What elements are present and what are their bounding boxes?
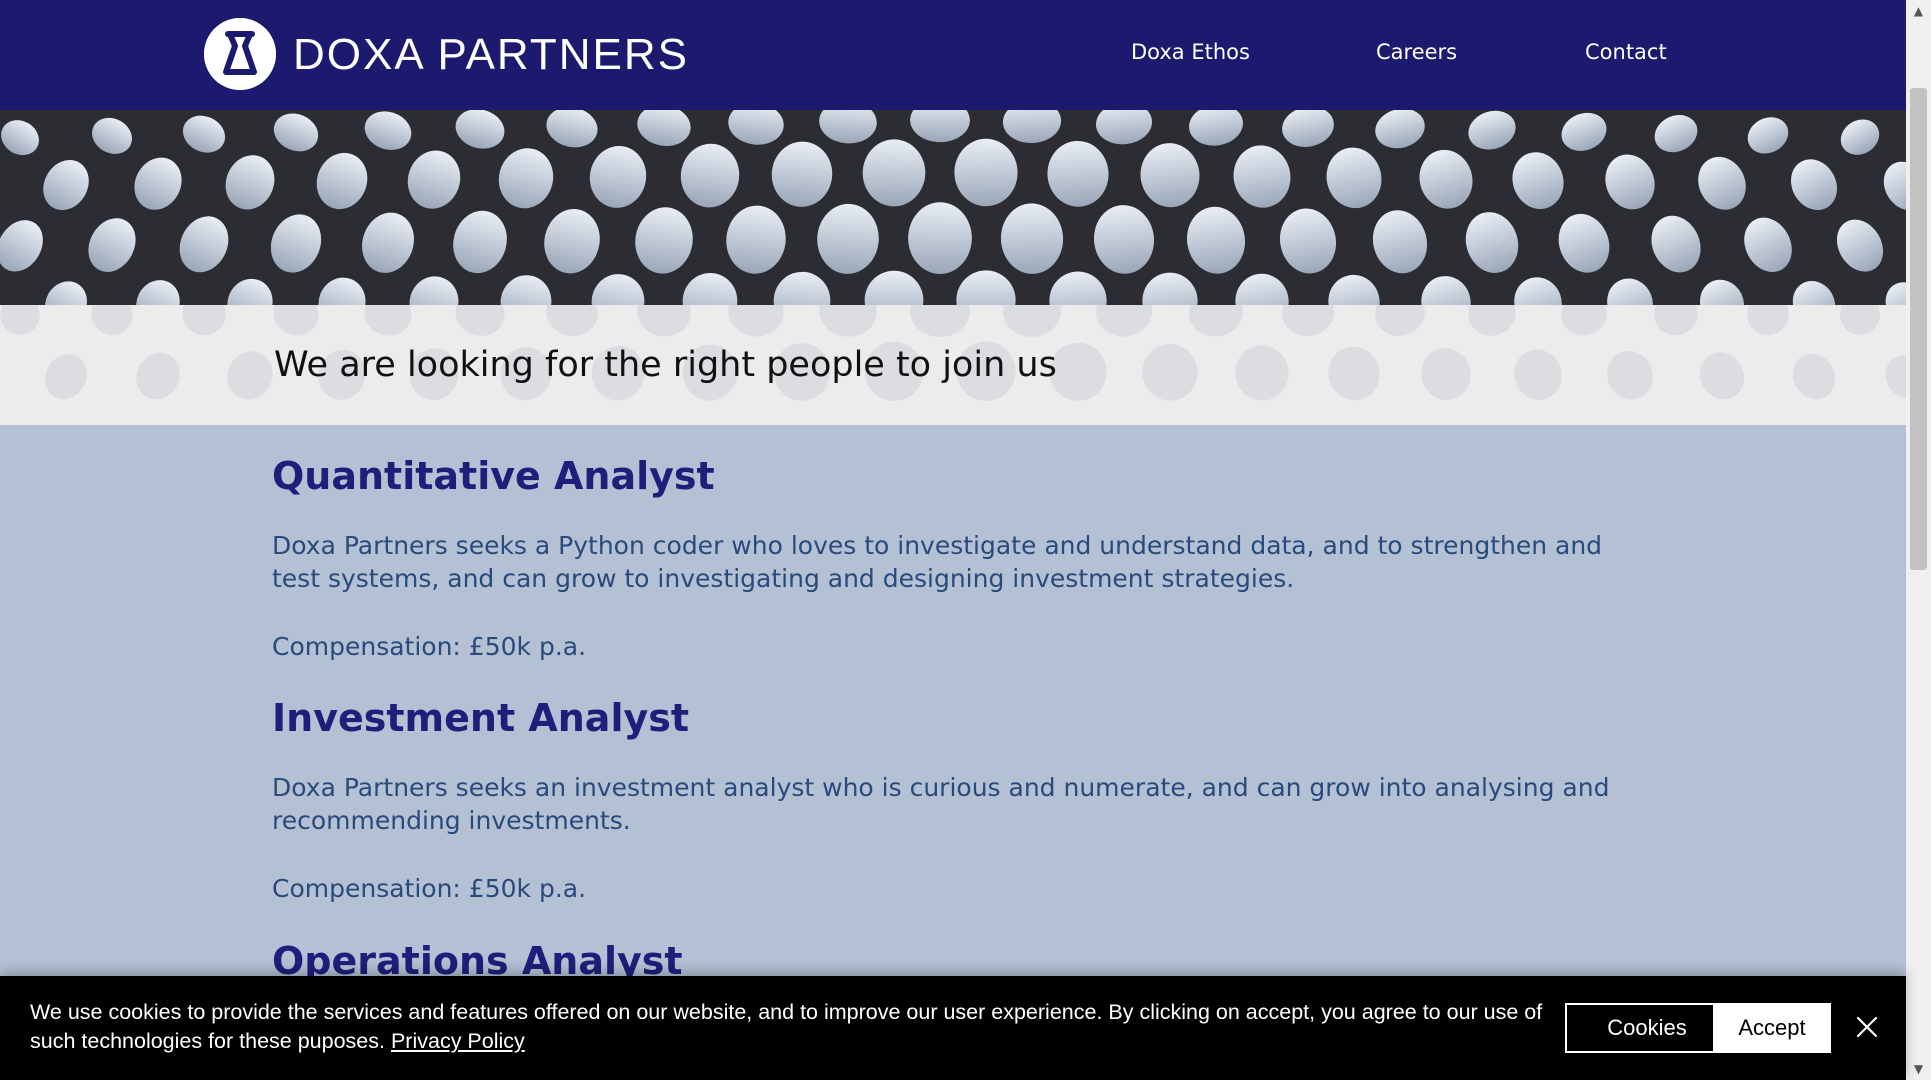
job-title-investment-analyst: Investment Analyst — [272, 696, 690, 740]
nav-doxa-ethos[interactable]: Doxa Ethos — [1131, 38, 1250, 66]
cookies-settings-button[interactable]: Cookies — [1565, 1003, 1729, 1053]
job-description-quantitative-analyst: Doxa Partners seeks a Python coder who l… — [272, 531, 1603, 593]
cookie-message: We use cookies to provide the services a… — [30, 998, 1550, 1056]
job-description-investment-analyst: Doxa Partners seeks an investment analys… — [272, 773, 1610, 835]
scroll-down-arrow-icon[interactable]: ▼ — [1906, 1058, 1931, 1080]
cookie-banner: We use cookies to provide the services a… — [0, 976, 1906, 1080]
scroll-up-arrow-icon[interactable]: ▲ — [1906, 0, 1931, 22]
nav-careers[interactable]: Careers — [1376, 38, 1457, 66]
scrollbar-thumb[interactable] — [1910, 88, 1927, 570]
page-scrollbar[interactable]: ▲ ▼ — [1906, 0, 1931, 1080]
nav-contact[interactable]: Contact — [1585, 38, 1667, 66]
accept-cookies-button[interactable]: Accept — [1713, 1003, 1831, 1053]
intro-headline: We are looking for the right people to j… — [274, 345, 1057, 385]
hero-banner-image — [0, 110, 1906, 305]
privacy-policy-link[interactable]: Privacy Policy — [391, 1029, 525, 1053]
cookie-message-text: We use cookies to provide the services a… — [30, 1000, 1543, 1053]
site-header: DOXA PARTNERS Doxa Ethos Careers Contact — [0, 0, 1906, 110]
close-icon[interactable] — [1856, 1016, 1878, 1038]
job-compensation-investment-analyst: Compensation: £50k p.a. — [272, 874, 587, 903]
job-title-quantitative-analyst: Quantitative Analyst — [272, 454, 715, 498]
doxa-logo-icon[interactable] — [204, 18, 276, 90]
job-compensation-quantitative-analyst: Compensation: £50k p.a. — [272, 632, 587, 661]
intro-section: We are looking for the right people to j… — [0, 305, 1906, 425]
brand-name[interactable]: DOXA PARTNERS — [293, 30, 689, 80]
